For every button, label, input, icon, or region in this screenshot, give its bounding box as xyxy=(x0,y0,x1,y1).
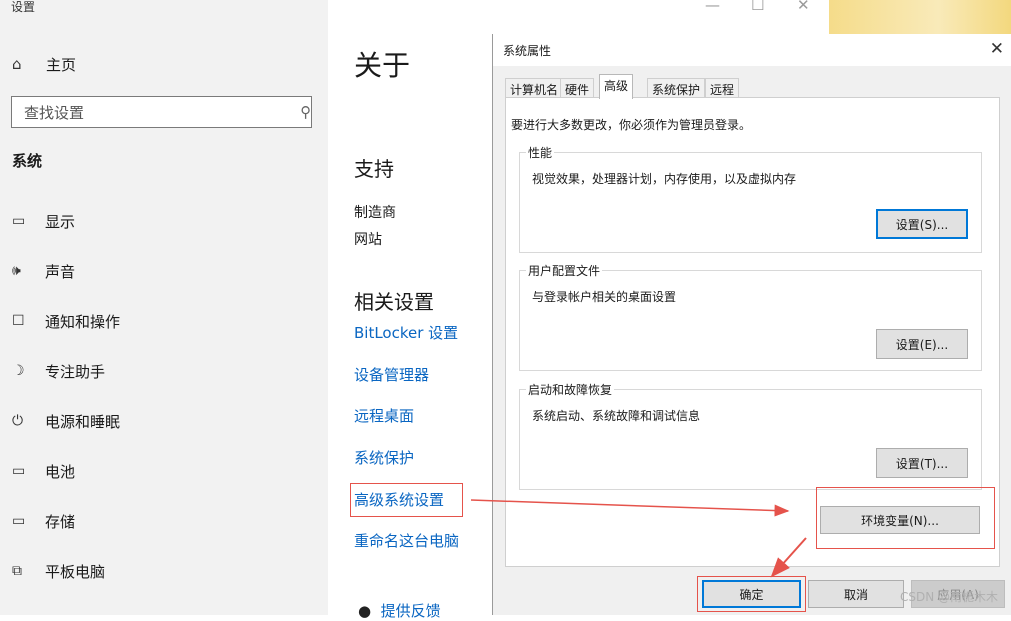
feedback-icon: ● xyxy=(358,602,381,620)
performance-settings-button[interactable]: 设置(S)... xyxy=(876,209,968,239)
highlight-box-environment xyxy=(816,487,995,549)
sidebar-item-label: 专注助手 xyxy=(45,362,106,381)
sidebar-item-focus-assist[interactable]: ☽ 专注助手 xyxy=(12,358,105,384)
group-title: 用户配置文件 xyxy=(526,262,603,279)
tablet-icon: ⧉ xyxy=(12,563,22,579)
cancel-button[interactable]: 取消 xyxy=(808,580,904,608)
highlight-box-advanced xyxy=(350,483,463,517)
group-title: 启动和故障恢复 xyxy=(526,381,615,398)
tab-remote[interactable]: 远程 xyxy=(705,78,740,98)
group-description: 视觉效果，处理器计划，内存使用，以及虚拟内存 xyxy=(532,172,797,186)
battery-icon: ▭ xyxy=(12,463,26,479)
sidebar-item-display[interactable]: ▭ 显示 xyxy=(12,208,75,234)
sidebar-item-sound[interactable]: 🕪 声音 xyxy=(12,258,75,284)
app-title: 设置 xyxy=(11,0,36,14)
tab-computer-name[interactable]: 计算机名 xyxy=(505,78,564,98)
tab-advanced[interactable]: 高级 xyxy=(599,74,634,99)
search-placeholder: 查找设置 xyxy=(24,103,85,122)
search-input[interactable]: 查找设置 ⚲ xyxy=(11,96,312,128)
related-settings-heading: 相关设置 xyxy=(354,290,434,314)
group-description: 与登录帐户相关的桌面设置 xyxy=(532,290,677,304)
sidebar-item-label: 通知和操作 xyxy=(45,312,121,331)
tab-system-protection[interactable]: 系统保护 xyxy=(647,78,706,98)
sidebar-item-home[interactable]: ⌂ 主页 xyxy=(12,52,76,76)
speaker-icon: 🕪 xyxy=(12,263,21,279)
home-icon: ⌂ xyxy=(12,55,22,73)
sidebar-item-storage[interactable]: ▭ 存储 xyxy=(12,508,75,534)
home-label: 主页 xyxy=(46,55,77,74)
moon-icon: ☽ xyxy=(12,363,25,379)
power-icon: ⏻ xyxy=(12,413,24,429)
rename-pc-link[interactable]: 重命名这台电脑 xyxy=(354,530,459,551)
feedback-label: 提供反馈 xyxy=(380,602,441,620)
notification-icon: ☐ xyxy=(12,313,25,329)
sidebar-item-label: 声音 xyxy=(45,262,76,281)
device-manager-link[interactable]: 设备管理器 xyxy=(354,364,429,385)
manufacturer-label: 制造商 xyxy=(354,205,396,221)
startup-recovery-group: 启动和故障恢复 系统启动、系统故障和调试信息 设置(T)... xyxy=(519,381,982,490)
bitlocker-link[interactable]: BitLocker 设置 xyxy=(354,322,458,343)
sidebar-item-label: 显示 xyxy=(45,212,76,231)
admin-notice: 要进行大多数更改，你必须作为管理员登录。 xyxy=(511,118,752,132)
sidebar-item-label: 平板电脑 xyxy=(45,562,106,581)
watermark: CSDN @南栀木木 xyxy=(900,590,999,604)
window-caption: — ☐ ✕ xyxy=(493,0,829,18)
sidebar-item-power[interactable]: ⏻ 电源和睡眠 xyxy=(12,408,120,434)
sidebar-item-battery[interactable]: ▭ 电池 xyxy=(12,458,75,484)
storage-icon: ▭ xyxy=(12,513,26,529)
desktop-background xyxy=(829,0,1011,34)
dialog-title: 系统属性 xyxy=(503,44,552,58)
settings-sidebar: 设置 ⌂ 主页 查找设置 ⚲ 系统 ▭ 显示 🕪 声音 ☐ 通知和操作 ☽ 专注… xyxy=(0,0,328,615)
sidebar-item-notifications[interactable]: ☐ 通知和操作 xyxy=(12,308,120,334)
highlight-box-ok xyxy=(697,576,806,612)
system-protection-link[interactable]: 系统保护 xyxy=(354,447,414,468)
sidebar-item-tablet[interactable]: ⧉ 平板电脑 xyxy=(12,558,105,584)
feedback-link[interactable]: ● 提供反馈 xyxy=(358,600,441,621)
website-label: 网站 xyxy=(354,232,382,248)
dialog-titlebar: 系统属性 ✕ xyxy=(493,34,1011,66)
startup-recovery-settings-button[interactable]: 设置(T)... xyxy=(876,448,968,478)
support-heading: 支持 xyxy=(354,157,394,181)
sidebar-item-label: 电源和睡眠 xyxy=(45,412,121,431)
performance-group: 性能 视觉效果，处理器计划，内存使用，以及虚拟内存 设置(S)... xyxy=(519,144,982,253)
close-icon[interactable]: ✕ xyxy=(797,0,810,14)
minimize-icon[interactable]: — xyxy=(705,0,720,14)
group-title: 性能 xyxy=(526,144,555,161)
sidebar-item-label: 存储 xyxy=(45,512,76,531)
group-description: 系统启动、系统故障和调试信息 xyxy=(532,409,701,423)
user-profiles-group: 用户配置文件 与登录帐户相关的桌面设置 设置(E)... xyxy=(519,262,982,371)
remote-desktop-link[interactable]: 远程桌面 xyxy=(354,405,414,426)
tab-hardware[interactable]: 硬件 xyxy=(560,78,595,98)
maximize-icon[interactable]: ☐ xyxy=(751,0,764,14)
search-icon: ⚲ xyxy=(300,103,311,121)
page-title: 关于 xyxy=(354,49,411,82)
user-profiles-settings-button[interactable]: 设置(E)... xyxy=(876,329,968,359)
section-heading: 系统 xyxy=(12,152,43,170)
about-panel: 关于 支持 制造商 网站 相关设置 BitLocker 设置 设备管理器 远程桌… xyxy=(328,0,493,620)
sidebar-item-label: 电池 xyxy=(45,462,76,481)
close-icon[interactable]: ✕ xyxy=(990,39,1004,59)
monitor-icon: ▭ xyxy=(12,213,26,229)
